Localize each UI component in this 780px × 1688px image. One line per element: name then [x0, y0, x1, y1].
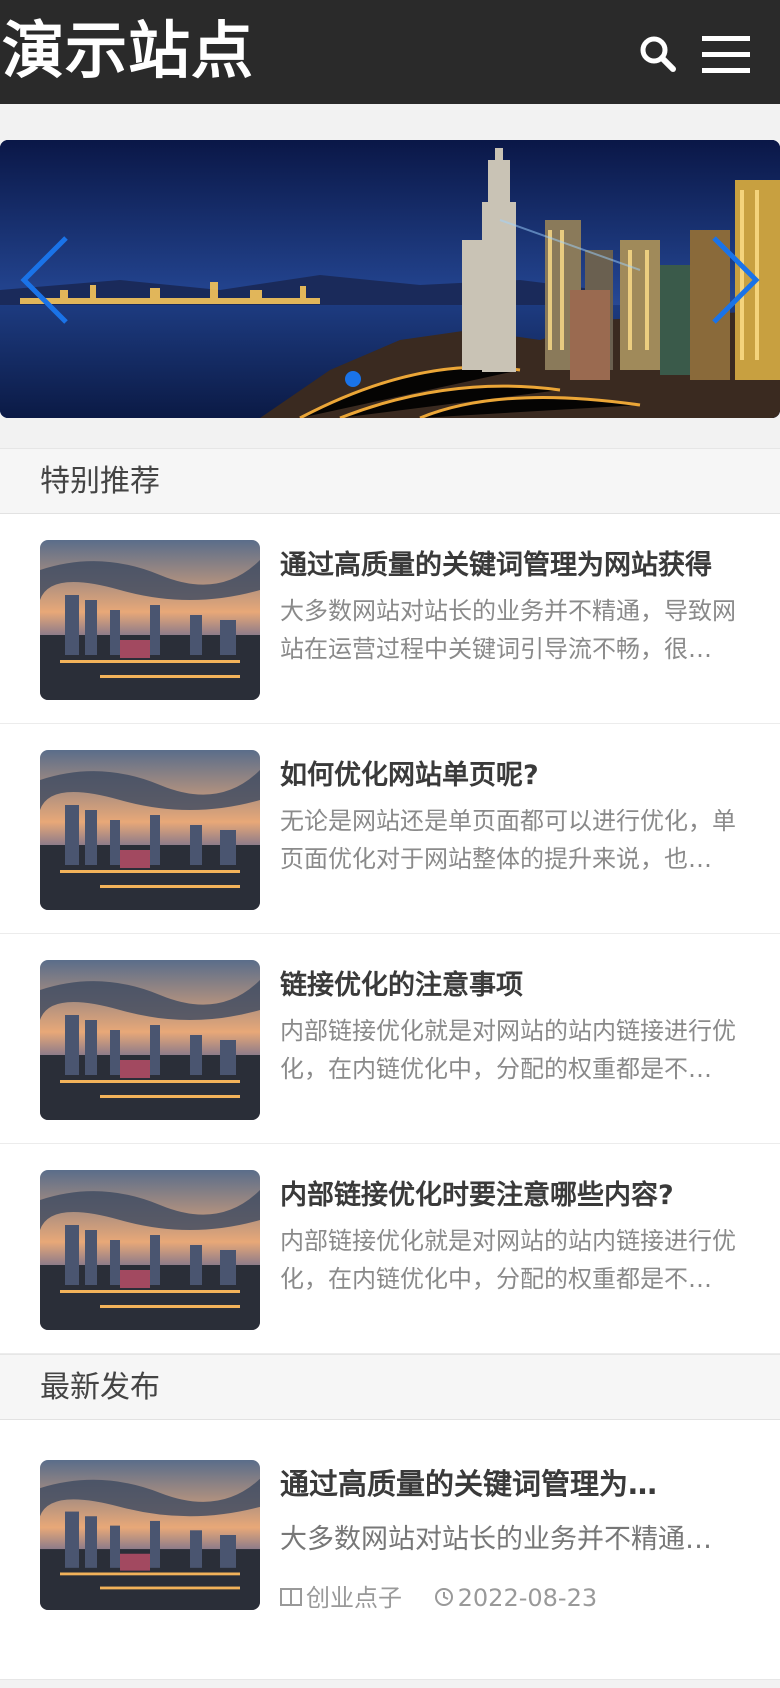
article-title[interactable]: 内部链接优化时要注意哪些内容? [280, 1178, 750, 1214]
search-icon [640, 36, 676, 72]
book-icon [280, 1581, 302, 1617]
article-thumbnail[interactable] [40, 960, 260, 1120]
featured-section-header: 特别推荐 [0, 448, 780, 514]
article-thumbnail[interactable] [40, 750, 260, 910]
site-header: 演示站点 [0, 0, 780, 104]
latest-section-header: 最新发布 [0, 1354, 780, 1420]
article-meta: 创业点子 2022-08-23 [280, 1580, 597, 1616]
article-item[interactable]: 内部链接优化时要注意哪些内容? 内部链接优化就是对网站的站内链接进行优化，在内链… [0, 1144, 780, 1354]
article-item[interactable]: 通过高质量的关键词管理为网站获得 大多数网站对站长的业务并不精通，导致网站在运营… [0, 514, 780, 724]
banner-image [0, 140, 780, 418]
chevron-right-icon [712, 236, 760, 324]
hero-carousel[interactable] [0, 140, 780, 418]
article-excerpt: 内部链接优化就是对网站的站内链接进行优化，在内链优化中，分配的权重都是不… [280, 1227, 736, 1293]
article-title[interactable]: 如何优化网站单页呢? [280, 758, 750, 794]
article-item[interactable]: 如何优化网站单页呢? 无论是网站还是单页面都可以进行优化，单页面优化对于网站整体… [0, 724, 780, 934]
menu-icon [702, 36, 750, 73]
section-title-featured: 特别推荐 [40, 464, 160, 499]
article-category[interactable]: 创业点子 [306, 1584, 402, 1612]
article-title[interactable]: 链接优化的注意事项 [280, 968, 750, 1004]
article-item[interactable]: 链接优化的注意事项 内部链接优化就是对网站的站内链接进行优化，在内链优化中，分配… [0, 934, 780, 1144]
latest-article-item[interactable]: 通过高质量的关键词管理为… 大多数网站对站长的业务并不精通… 创业点子 2022… [0, 1420, 780, 1680]
article-excerpt: 无论是网站还是单页面都可以进行优化，单页面优化对于网站整体的提升来说，也… [280, 807, 736, 873]
article-date: 2022-08-23 [457, 1584, 598, 1612]
article-title[interactable]: 通过高质量的关键词管理为网站获得 [280, 548, 750, 584]
carousel-prev-button[interactable] [16, 232, 72, 328]
site-logo[interactable]: 演示站点 [2, 14, 254, 88]
menu-button[interactable] [702, 34, 750, 76]
article-thumbnail[interactable] [40, 540, 260, 700]
carousel-dot[interactable] [345, 371, 361, 387]
search-button[interactable] [638, 34, 678, 74]
article-excerpt: 大多数网站对站长的业务并不精通… [280, 1524, 712, 1555]
chevron-left-icon [20, 236, 68, 324]
article-title[interactable]: 通过高质量的关键词管理为… [280, 1464, 660, 1504]
carousel-next-button[interactable] [708, 232, 764, 328]
article-excerpt: 大多数网站对站长的业务并不精通，导致网站在运营过程中关键词引导流不畅，很… [280, 597, 736, 663]
section-title-latest: 最新发布 [40, 1370, 160, 1405]
article-thumbnail[interactable] [40, 1460, 260, 1610]
article-thumbnail[interactable] [40, 1170, 260, 1330]
clock-icon [434, 1581, 454, 1617]
article-excerpt: 内部链接优化就是对网站的站内链接进行优化，在内链优化中，分配的权重都是不… [280, 1017, 736, 1083]
